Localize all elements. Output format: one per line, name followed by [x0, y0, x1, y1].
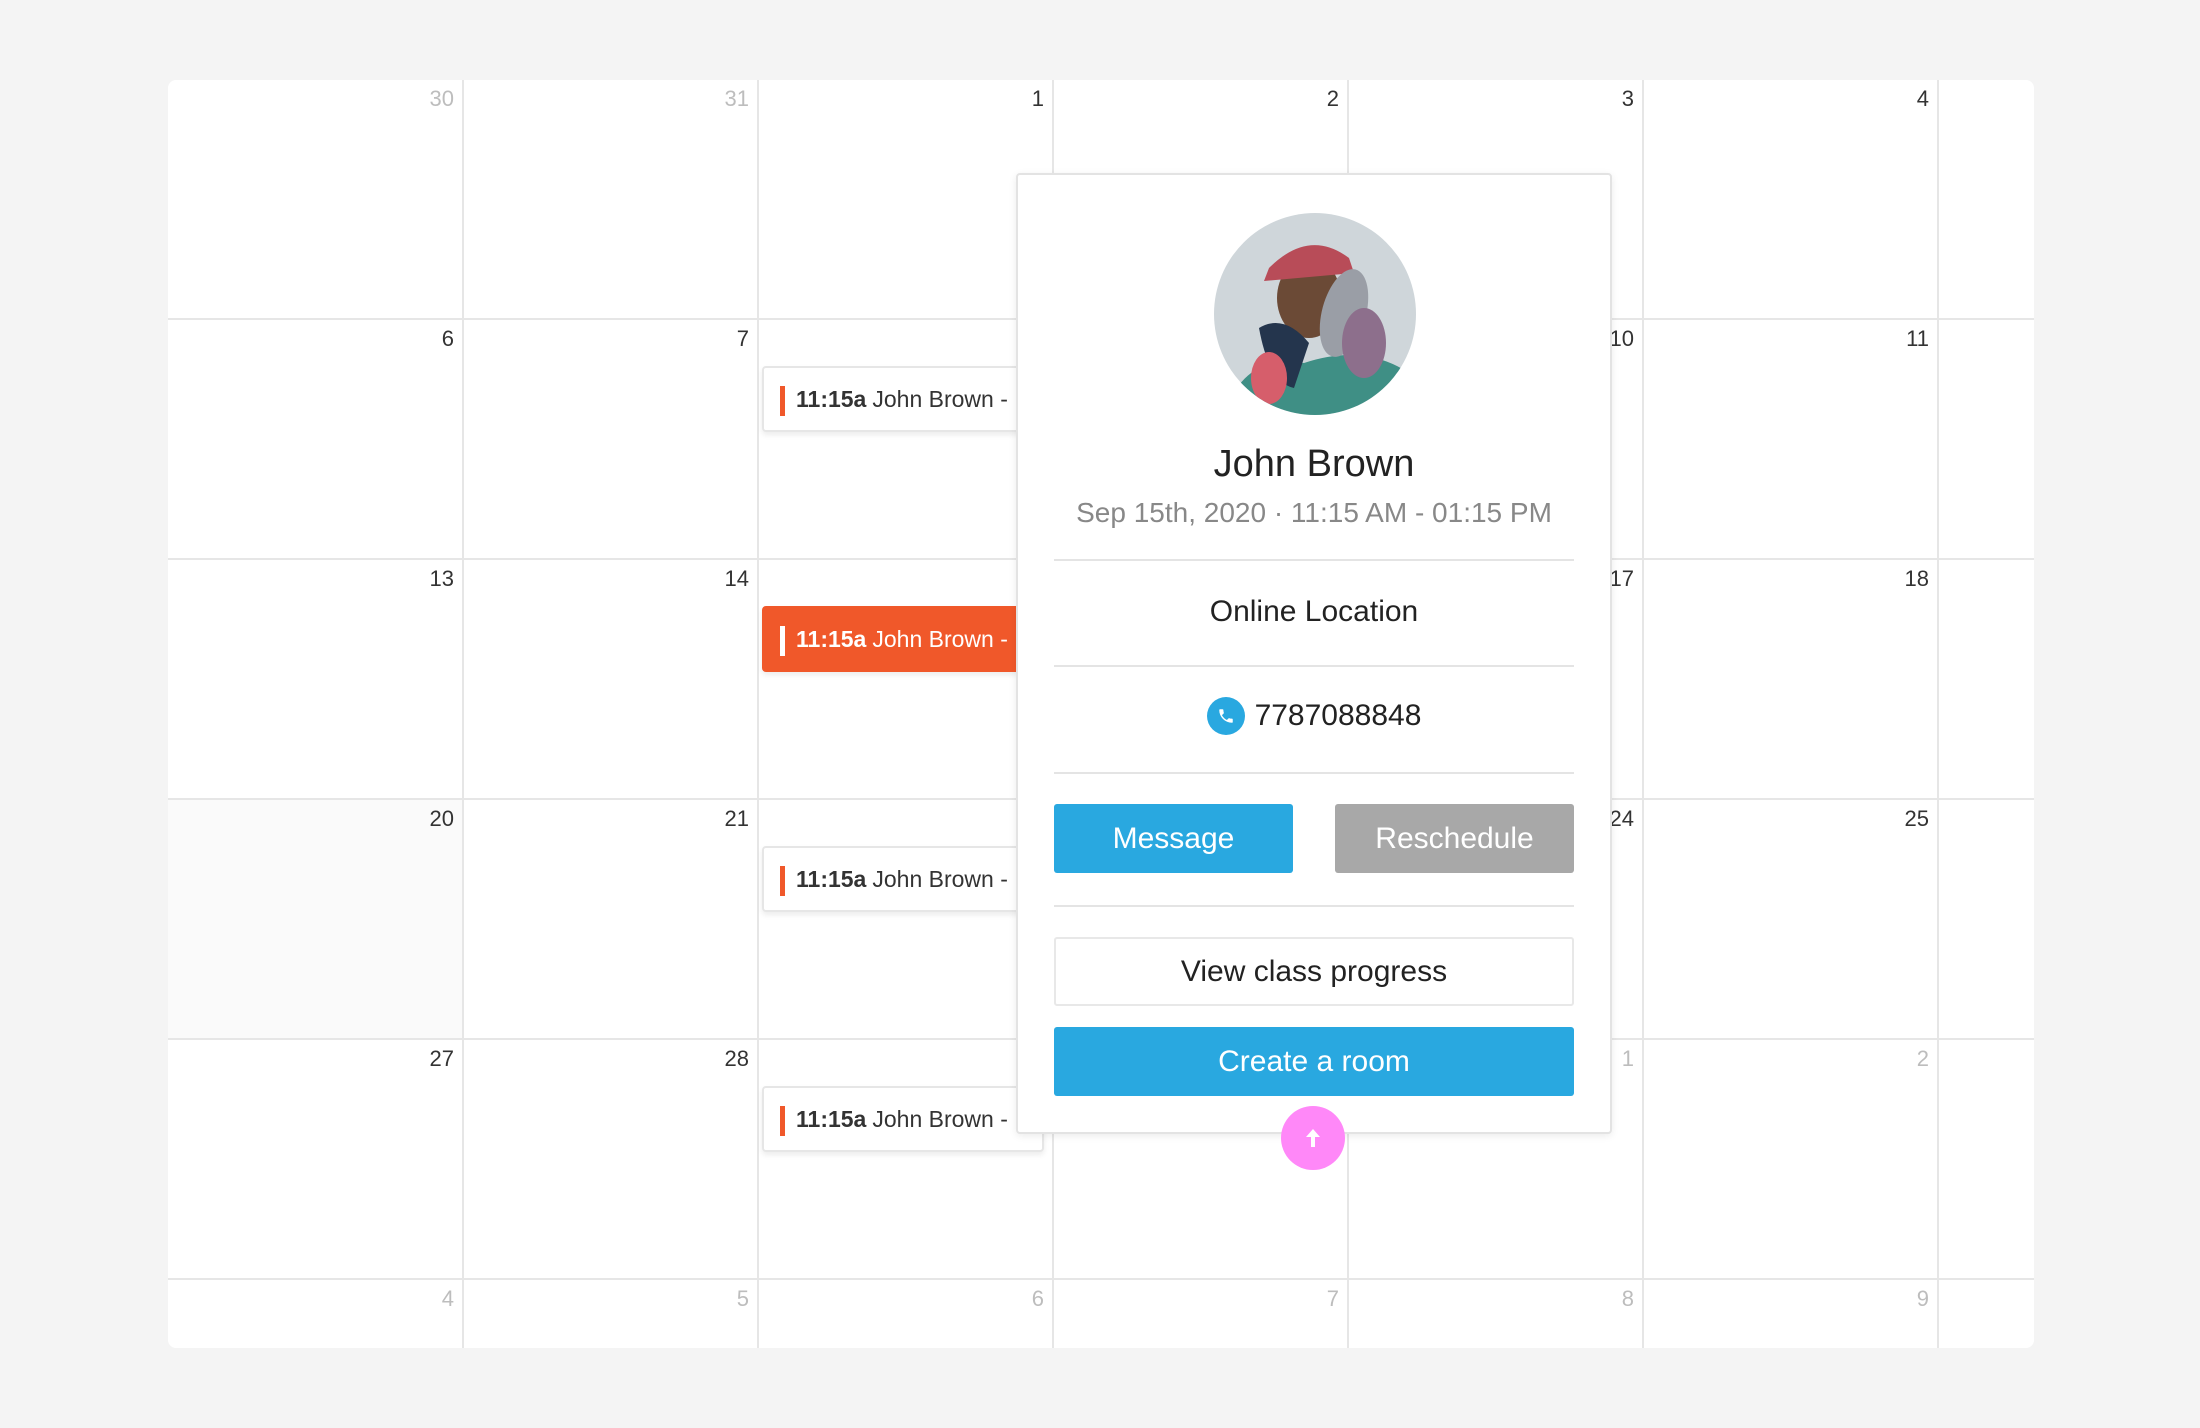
day-number: 11: [1906, 326, 1929, 351]
day-cell[interactable]: 18: [1643, 560, 1939, 800]
day-number: 4: [1916, 86, 1929, 111]
day-number: 13: [429, 566, 454, 591]
view-class-progress-button[interactable]: View class progress: [1054, 937, 1574, 1006]
event-time: 11:15a: [796, 1105, 867, 1132]
day-number: 10: [1609, 326, 1634, 351]
day-number: 27: [429, 1046, 454, 1071]
day-cell[interactable]: 6: [758, 1280, 1054, 1348]
day-number: 7: [1326, 1286, 1339, 1311]
day-cell[interactable]: 4: [168, 1280, 464, 1348]
day-number: 4: [441, 1286, 454, 1311]
day-cell[interactable]: 6: [168, 320, 464, 560]
day-cell[interactable]: 11: [1643, 320, 1939, 560]
day-number: 6: [441, 326, 454, 351]
day-number: 31: [724, 86, 749, 111]
day-number: 8: [1621, 1286, 1634, 1311]
divider: [1054, 559, 1574, 561]
event-chip[interactable]: 11:15a John Brown -: [762, 846, 1044, 912]
contact-name: John Brown: [1213, 443, 1415, 485]
event-location: Online Location: [1209, 595, 1419, 628]
day-number: 1: [1031, 86, 1044, 111]
divider: [1054, 772, 1574, 774]
avatar: [1214, 213, 1416, 415]
event-title: John Brown -: [872, 625, 1008, 652]
event-time: 11:15a: [796, 385, 867, 412]
day-number: 2: [1326, 86, 1339, 111]
event-title: John Brown -: [872, 865, 1008, 892]
day-cell[interactable]: 2911:15aJohn Brown -: [758, 1040, 1054, 1280]
divider: [1054, 905, 1574, 907]
day-cell[interactable]: 811:15aJohn Brown -: [758, 320, 1054, 560]
event-chip[interactable]: 11:15a John Brown -: [762, 606, 1044, 672]
day-cell[interactable]: [1938, 80, 2034, 320]
day-number: 2: [1916, 1046, 1929, 1071]
day-cell[interactable]: [1938, 1040, 2034, 1280]
event-time: 11:15a: [796, 865, 867, 892]
create-room-button[interactable]: Create a room: [1054, 1027, 1574, 1096]
day-number: 14: [724, 566, 749, 591]
day-number: 7: [736, 326, 749, 351]
day-cell[interactable]: [1938, 1280, 2034, 1348]
day-number: 6: [1031, 1286, 1044, 1311]
day-cell[interactable]: 7: [1053, 1280, 1349, 1348]
reschedule-button[interactable]: Reschedule: [1335, 804, 1574, 873]
day-cell[interactable]: 20: [168, 800, 464, 1040]
day-cell[interactable]: 30: [168, 80, 464, 320]
day-cell[interactable]: 31: [463, 80, 759, 320]
day-number: 28: [724, 1046, 749, 1071]
event-title: John Brown -: [872, 1105, 1008, 1132]
day-number: 1: [1621, 1046, 1634, 1071]
event-title: John Brown -: [872, 385, 1008, 412]
day-cell[interactable]: 13: [168, 560, 464, 800]
day-cell[interactable]: 27: [168, 1040, 464, 1280]
day-cell[interactable]: 4: [1643, 80, 1939, 320]
day-cell[interactable]: [1938, 800, 2034, 1040]
day-number: 18: [1904, 566, 1929, 591]
event-time: 11:15a: [796, 625, 867, 652]
day-cell[interactable]: 28: [463, 1040, 759, 1280]
day-cell[interactable]: 21: [463, 800, 759, 1040]
day-number: 17: [1609, 566, 1634, 591]
day-cell[interactable]: [1938, 560, 2034, 800]
day-number: 30: [429, 86, 454, 111]
day-cell[interactable]: 2: [1643, 1040, 1939, 1280]
day-cell[interactable]: 14: [463, 560, 759, 800]
phone-row[interactable]: 7787088848: [1054, 697, 1574, 735]
day-cell[interactable]: 5: [463, 1280, 759, 1348]
event-chip[interactable]: 11:15a John Brown -: [762, 1086, 1044, 1152]
day-cell[interactable]: 2211:15aJohn Brown -: [758, 800, 1054, 1040]
day-number: 9: [1916, 1286, 1929, 1311]
day-cell[interactable]: 9: [1643, 1280, 1939, 1348]
phone-number: 7787088848: [1254, 699, 1422, 732]
day-cell[interactable]: 1511:15aJohn Brown -: [758, 560, 1054, 800]
message-button[interactable]: Message: [1054, 804, 1293, 873]
scroll-top-button[interactable]: [1281, 1106, 1345, 1170]
day-cell[interactable]: 8: [1348, 1280, 1644, 1348]
phone-icon: [1206, 697, 1245, 735]
day-number: 21: [724, 806, 749, 831]
day-number: 24: [1609, 806, 1634, 831]
day-number: 20: [429, 806, 454, 831]
event-datetime: Sep 15th, 2020 · 11:15 AM - 01:15 PM: [1076, 497, 1552, 528]
day-number: 3: [1621, 86, 1634, 111]
divider: [1054, 665, 1574, 667]
day-cell[interactable]: [1938, 320, 2034, 560]
arrow-up-icon: [1306, 1129, 1320, 1147]
day-number: 25: [1904, 806, 1929, 831]
event-chip[interactable]: 11:15a John Brown -: [762, 366, 1044, 432]
event-popover: John Brown Sep 15th, 2020 · 11:15 AM - 0…: [1016, 173, 1612, 1134]
day-cell[interactable]: 1: [758, 80, 1054, 320]
day-cell[interactable]: 25: [1643, 800, 1939, 1040]
day-cell[interactable]: 7: [463, 320, 759, 560]
day-number: 5: [736, 1286, 749, 1311]
